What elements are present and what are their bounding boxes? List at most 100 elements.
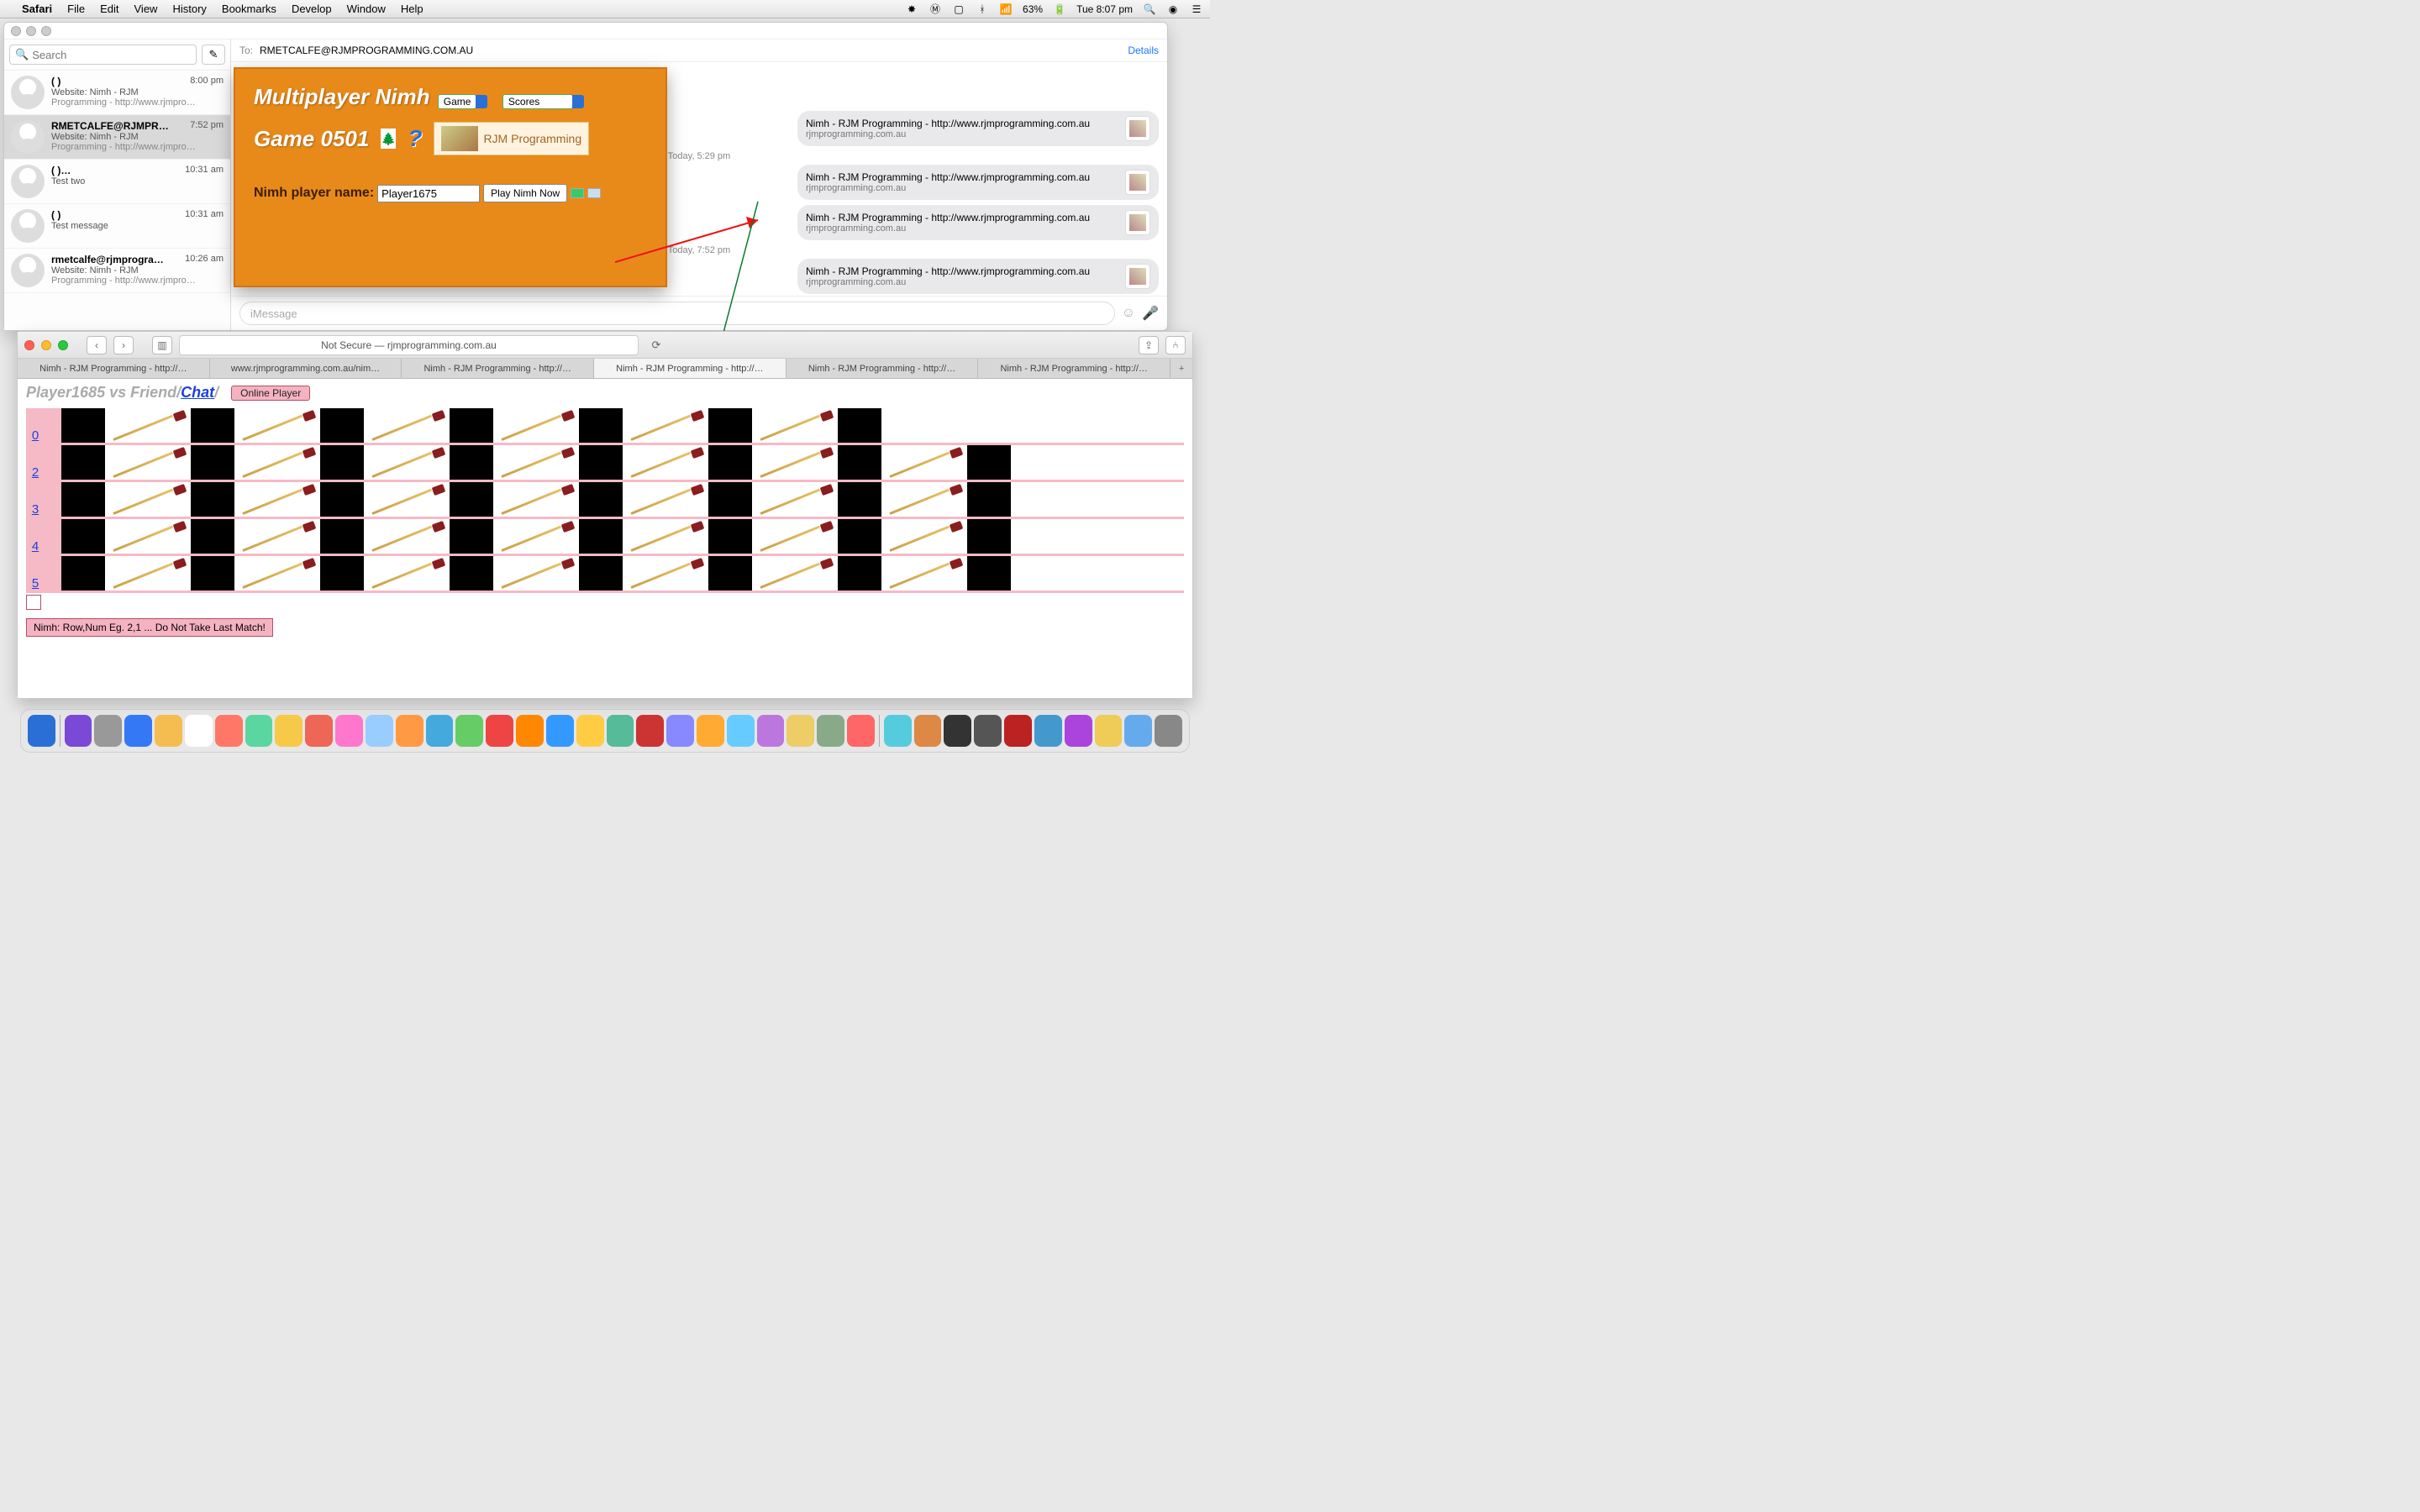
dock-app-icon[interactable] [305,715,333,747]
menu-window[interactable]: Window [347,3,386,15]
match-cell[interactable] [493,408,579,443]
dock-app-icon[interactable] [155,715,182,747]
wifi-icon[interactable]: 📶 [999,3,1013,16]
dock-app-icon[interactable] [546,715,574,747]
match-cell[interactable] [623,445,708,480]
match-cell[interactable] [881,445,967,480]
match-cell[interactable] [364,556,450,591]
notification-center-icon[interactable]: ☰ [1190,3,1203,16]
airplay-icon[interactable]: ▢ [952,3,965,16]
match-cell[interactable] [623,408,708,443]
match-cell[interactable] [752,408,838,443]
match-cell[interactable] [105,408,191,443]
message-input[interactable]: iMessage [239,302,1115,325]
match-cell[interactable] [493,482,579,517]
blue-chip-icon[interactable] [587,188,601,198]
match-cell[interactable] [881,519,967,554]
emoji-icon[interactable]: ☺ [1122,306,1135,321]
match-cell[interactable] [623,519,708,554]
match-cell[interactable] [493,519,579,554]
menu-bookmarks[interactable]: Bookmarks [222,3,276,15]
window-close-icon[interactable] [24,340,34,350]
dock-app-icon[interactable] [335,715,363,747]
dock-app-icon[interactable] [727,715,755,747]
conversation-item[interactable]: rmetcalfe@rjmprogra…10:26 amWebsite: Nim… [4,249,230,293]
dock-app-icon[interactable] [847,715,875,747]
dock-app-icon[interactable] [65,715,92,747]
row-index[interactable]: 4 [26,519,45,554]
dock-app-icon[interactable] [974,715,1002,747]
message-link-card[interactable]: Nimh - RJM Programming - http://www.rjmp… [797,111,1159,146]
row-index[interactable]: 5 [26,556,45,591]
forward-button[interactable]: › [113,336,134,354]
player-name-input[interactable] [377,185,480,202]
malware-icon[interactable]: Ⓜ [929,3,942,16]
dock-app-icon[interactable] [1004,715,1032,747]
play-nimh-button[interactable]: Play Nimh Now [483,184,567,202]
dock-app-icon[interactable] [1155,715,1182,747]
match-cell[interactable] [364,445,450,480]
avast-icon[interactable]: ✸ [905,3,918,16]
match-cell[interactable] [752,445,838,480]
tree-icon[interactable]: 🌲 [381,129,396,149]
dock-app-icon[interactable] [275,715,302,747]
dock-app-icon[interactable] [607,715,634,747]
match-cell[interactable] [752,556,838,591]
match-cell[interactable] [364,519,450,554]
match-cell[interactable] [493,556,579,591]
dock-app-icon[interactable] [396,715,424,747]
details-link[interactable]: Details [1128,45,1159,56]
match-cell[interactable] [752,519,838,554]
row-index[interactable]: 0 [26,408,45,443]
dock-app-icon[interactable] [817,715,844,747]
search-input[interactable]: 🔍 Search [9,45,197,65]
safari-tab[interactable]: Nimh - RJM Programming - http://… [978,359,1171,378]
dock-app-icon[interactable] [124,715,152,747]
match-cell[interactable] [623,556,708,591]
dock-app-icon[interactable] [636,715,664,747]
window-zoom-icon[interactable] [58,340,68,350]
dock-app-icon[interactable] [576,715,604,747]
game-select[interactable]: Game [438,94,477,109]
share-button[interactable]: ⇪ [1139,336,1159,354]
match-cell[interactable] [234,482,320,517]
match-cell[interactable] [105,519,191,554]
dock-app-icon[interactable] [1065,715,1092,747]
match-cell[interactable] [105,556,191,591]
window-minimize-icon[interactable] [26,26,36,36]
spotlight-icon[interactable]: 🔍 [1143,3,1156,16]
match-cell[interactable] [234,556,320,591]
message-link-card[interactable]: Nimh - RJM Programming - http://www.rjmp… [797,205,1159,240]
green-chip-icon[interactable] [571,188,584,198]
dock-app-icon[interactable] [94,715,122,747]
safari-tab[interactable]: www.rjmprogramming.com.au/nim… [210,359,402,378]
conversation-item[interactable]: ( )…10:31 amTest two [4,160,230,204]
siri-icon[interactable]: ◉ [1166,3,1180,16]
match-cell[interactable] [364,482,450,517]
match-cell[interactable] [881,482,967,517]
tabs-button[interactable]: ⑃ [1165,336,1186,354]
menubar-app[interactable]: Safari [22,3,52,15]
dock-app-icon[interactable] [185,715,213,747]
match-cell[interactable] [752,482,838,517]
match-cell[interactable] [234,445,320,480]
new-tab-button[interactable]: + [1171,359,1192,378]
dock-app-icon[interactable] [245,715,273,747]
menu-edit[interactable]: Edit [100,3,118,15]
conversation-item[interactable]: ( )10:31 amTest message [4,204,230,249]
dock-app-icon[interactable] [366,715,393,747]
match-cell[interactable] [105,445,191,480]
chat-link[interactable]: Chat [181,384,214,401]
match-cell[interactable] [881,556,967,591]
match-cell[interactable] [364,408,450,443]
dock-app-icon[interactable] [516,715,544,747]
dock-app-icon[interactable] [1124,715,1152,747]
online-player-select[interactable]: Online Player [231,386,310,401]
dock-app-icon[interactable] [28,715,55,747]
safari-tab[interactable]: Nimh - RJM Programming - http://… [594,359,786,378]
dock-app-icon[interactable] [786,715,814,747]
compose-button[interactable]: ✎ [202,45,225,65]
dock-app-icon[interactable] [914,715,942,747]
dock-app-icon[interactable] [486,715,513,747]
menubar-clock[interactable]: Tue 8:07 pm [1076,3,1133,15]
